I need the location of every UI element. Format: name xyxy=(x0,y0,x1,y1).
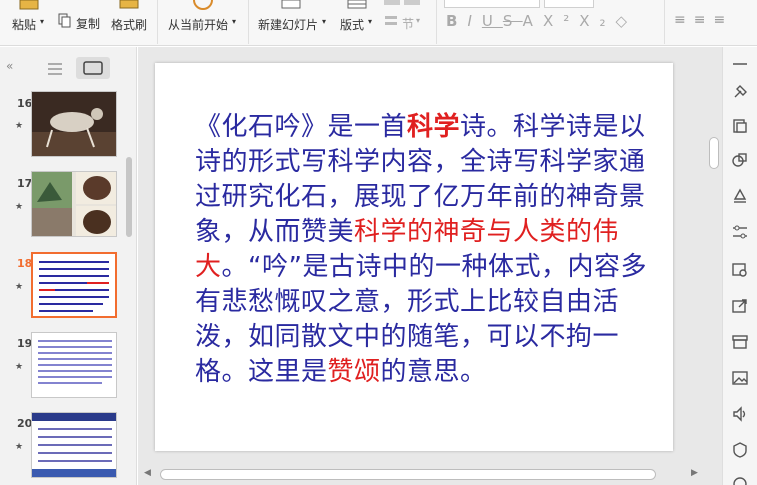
horizontal-scrollbar[interactable]: ◀ ▶ xyxy=(138,466,706,485)
audio-icon[interactable] xyxy=(731,405,749,423)
collapse-panel-icon[interactable]: « xyxy=(6,59,13,73)
thumbnail-scrollbar[interactable] xyxy=(126,157,132,237)
slide-edit-area: 《化石吟》是一首科学诗。科学诗是以诗的形式写科学内容，全诗写科学家通过研究化石，… xyxy=(138,47,722,485)
new-slide-icon xyxy=(281,0,301,9)
slide-thumbnail[interactable] xyxy=(31,171,117,237)
section-top-icon xyxy=(384,0,420,5)
archive-icon[interactable] xyxy=(731,333,749,351)
highlight-text: 赞颂 xyxy=(327,357,381,387)
slide-thumbnail[interactable] xyxy=(31,412,117,478)
format-painter-button[interactable]: 格式刷 xyxy=(108,0,150,44)
paste-button[interactable]: 粘贴 ▾ xyxy=(8,0,48,44)
strikethrough-icon[interactable]: S xyxy=(503,12,523,30)
chevron-down-icon: ▾ xyxy=(368,17,373,26)
divider xyxy=(157,0,158,44)
italic-icon[interactable]: I xyxy=(467,12,481,30)
divider xyxy=(248,0,249,44)
new-slide-button[interactable]: 新建幻灯片 ▾ xyxy=(256,0,328,44)
image-search-icon[interactable] xyxy=(731,261,749,279)
section-icon xyxy=(385,16,397,25)
clipboard-icon[interactable] xyxy=(731,117,749,135)
brush-icon xyxy=(119,0,139,9)
picture-icon[interactable] xyxy=(731,369,749,387)
chevron-down-icon: ▾ xyxy=(40,17,45,26)
fill-icon[interactable] xyxy=(731,187,749,205)
divider xyxy=(436,0,437,44)
align-right-icon[interactable]: ≡ xyxy=(713,12,733,28)
slide-view-icon xyxy=(83,61,103,75)
layout-label: 版式 xyxy=(340,18,365,32)
share-icon[interactable] xyxy=(731,297,749,315)
chevron-down-icon: ▾ xyxy=(322,17,327,26)
slide-thumbnail[interactable] xyxy=(31,252,117,318)
thumbnail-item[interactable]: 20 ★ xyxy=(0,412,137,485)
scroll-left-icon[interactable]: ◀ xyxy=(144,468,151,478)
slide-view-tab[interactable] xyxy=(76,57,110,79)
layout-button[interactable]: 版式 ▾ xyxy=(338,0,378,44)
superscript-icon[interactable]: X² xyxy=(543,12,579,30)
paste-icon xyxy=(19,0,39,10)
slide-canvas[interactable]: 《化石吟》是一首科学诗。科学诗是以诗的形式写科学内容，全诗写科学家通过研究化石，… xyxy=(155,63,673,451)
font-size-select[interactable] xyxy=(544,0,594,8)
slide-preview xyxy=(32,333,116,397)
thumbnail-item[interactable]: 17 ★ xyxy=(0,171,137,257)
vertical-scrollbar[interactable] xyxy=(706,47,722,485)
magic-pin-icon[interactable] xyxy=(731,83,749,101)
new-slide-label: 新建幻灯片 xyxy=(258,18,319,32)
slide-thumbnail[interactable] xyxy=(31,332,117,398)
copy-icon xyxy=(58,13,71,28)
chevron-down-icon: ▾ xyxy=(416,16,421,25)
subscript-icon[interactable]: X₂ xyxy=(579,12,615,30)
align-left-icon[interactable]: ≡ xyxy=(674,12,694,28)
more-icon[interactable] xyxy=(731,475,749,485)
bold-icon[interactable]: B xyxy=(446,12,467,30)
scroll-right-icon[interactable]: ▶ xyxy=(691,468,698,478)
outline-view-icon[interactable] xyxy=(47,62,63,76)
animation-star-icon: ★ xyxy=(15,362,24,372)
horizontal-scroll-thumb[interactable] xyxy=(160,469,656,480)
char-spacing-icon[interactable]: A xyxy=(523,12,543,30)
eraser-icon[interactable]: ◇ xyxy=(616,12,638,30)
ribbon-toolbar: 粘贴 ▾ 复制 格式刷 从当前开始 ▾ 新建幻灯片 ▾ 版式 ▾ 节 ▾ BIU… xyxy=(0,0,757,46)
chevron-down-icon: ▾ xyxy=(232,17,237,26)
section-label: 节 xyxy=(402,17,415,31)
font-name-select[interactable] xyxy=(444,0,540,8)
underline-icon[interactable]: U xyxy=(482,12,503,30)
divider xyxy=(664,0,665,44)
panel-header: « xyxy=(0,47,137,87)
slide-preview xyxy=(33,254,115,316)
vertical-scroll-thumb[interactable] xyxy=(709,137,719,169)
animation-star-icon: ★ xyxy=(15,442,24,452)
play-icon xyxy=(193,0,213,10)
align-group: ≡≡≡ xyxy=(674,12,733,28)
thumbnail-item[interactable]: 16 ★ xyxy=(0,91,137,177)
font-format-group: BIUSAX²X₂◇ xyxy=(446,12,637,30)
slide-thumbnail[interactable] xyxy=(31,91,117,157)
slide-text-box[interactable]: 《化石吟》是一首科学诗。科学诗是以诗的形式写科学内容，全诗写科学家通过研究化石，… xyxy=(195,110,657,390)
paste-label: 粘贴 xyxy=(12,18,37,32)
animation-star-icon: ★ xyxy=(15,121,24,131)
right-sidebar xyxy=(722,47,757,485)
dinosaur-fossil-image xyxy=(32,172,116,236)
copy-label: 复制 xyxy=(76,17,101,31)
from-current-button[interactable]: 从当前开始 ▾ xyxy=(166,0,242,44)
thumbnail-item[interactable]: 19 ★ xyxy=(0,332,137,417)
slide-thumbnail-panel: « 16 ★ 17 ★ 18 ★ 19 ★ 20 ★ xyxy=(0,47,137,485)
settings-sliders-icon[interactable] xyxy=(731,223,749,241)
from-current-label: 从当前开始 xyxy=(168,18,229,32)
format-painter-label: 格式刷 xyxy=(111,18,148,32)
fossil-photo xyxy=(32,92,116,156)
text-segment: 《化石吟》是一首 xyxy=(195,112,408,142)
align-center-icon[interactable]: ≡ xyxy=(694,12,714,28)
text-segment: 的意思。 xyxy=(380,357,487,387)
layout-icon xyxy=(347,0,367,9)
highlight-text: 科学 xyxy=(407,112,461,142)
minus-icon[interactable] xyxy=(731,55,749,73)
thumbnail-item-selected[interactable]: 18 ★ xyxy=(0,252,137,337)
animation-star-icon: ★ xyxy=(15,282,24,292)
shield-icon[interactable] xyxy=(731,441,749,459)
slide-preview xyxy=(32,413,116,477)
animation-star-icon: ★ xyxy=(15,202,24,212)
shapes-icon[interactable] xyxy=(731,151,749,169)
